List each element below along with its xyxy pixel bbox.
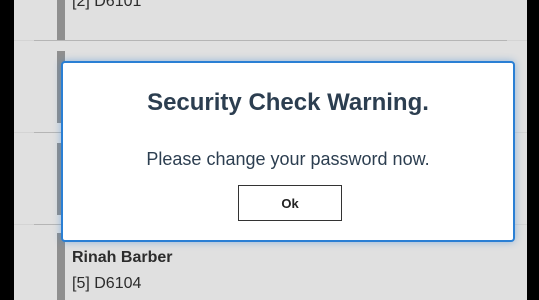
dialog-title: Security Check Warning. [147,89,429,116]
list-item-code: [2] D6101 [72,0,142,10]
security-warning-dialog: Security Check Warning. Please change yo… [61,61,515,242]
list-item-accent [57,0,65,40]
list-item[interactable]: [2] D6101 [14,0,527,40]
ok-button[interactable]: Ok [238,185,342,221]
list-item-name: Rinah Barber [72,249,173,266]
list-item-code: [5] D6104 [72,275,142,292]
app-screen: [2] D6101 Rinah Barber [5] D6104 Securit… [14,0,527,300]
list-item-accent [57,233,65,300]
dialog-message: Please change your password now. [146,149,430,169]
